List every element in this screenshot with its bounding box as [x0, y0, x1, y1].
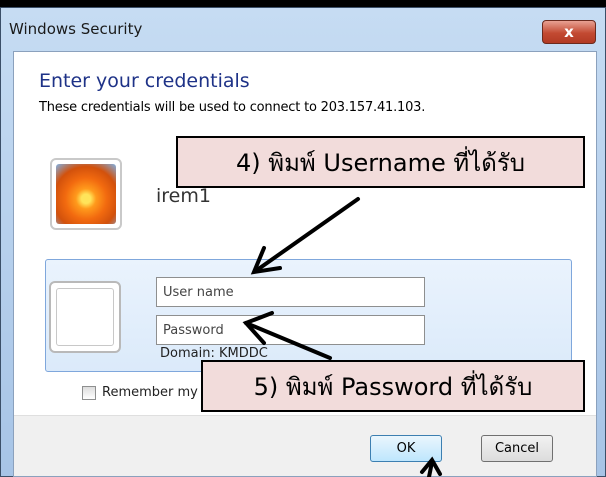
domain-label: Domain: KMDDC: [160, 346, 268, 361]
password-input[interactable]: [156, 315, 425, 345]
ok-button[interactable]: OK: [370, 435, 442, 462]
cancel-button[interactable]: Cancel: [481, 435, 553, 462]
window-title: Windows Security: [9, 20, 143, 38]
callout-username: 4) พิมพ์ Username ที่ได้รับ: [176, 136, 585, 188]
existing-account-tile[interactable]: [50, 158, 122, 230]
dialog-heading: Enter your credentials: [39, 70, 250, 92]
dialog-subheading: These credentials will be used to connec…: [39, 100, 426, 115]
flower-avatar-icon: [56, 164, 116, 224]
close-icon: x: [564, 23, 574, 41]
existing-account-name[interactable]: irem1: [156, 185, 211, 207]
callout-password: 5) พิมพ์ Password ที่ได้รับ: [201, 360, 585, 412]
close-button[interactable]: x: [542, 20, 596, 44]
dialog-client-area: Enter your credentials These credentials…: [13, 51, 597, 477]
new-credential-tile: [49, 281, 121, 353]
blank-user-icon: [56, 288, 114, 346]
username-input[interactable]: [156, 277, 425, 307]
checkbox-icon[interactable]: [82, 385, 96, 400]
